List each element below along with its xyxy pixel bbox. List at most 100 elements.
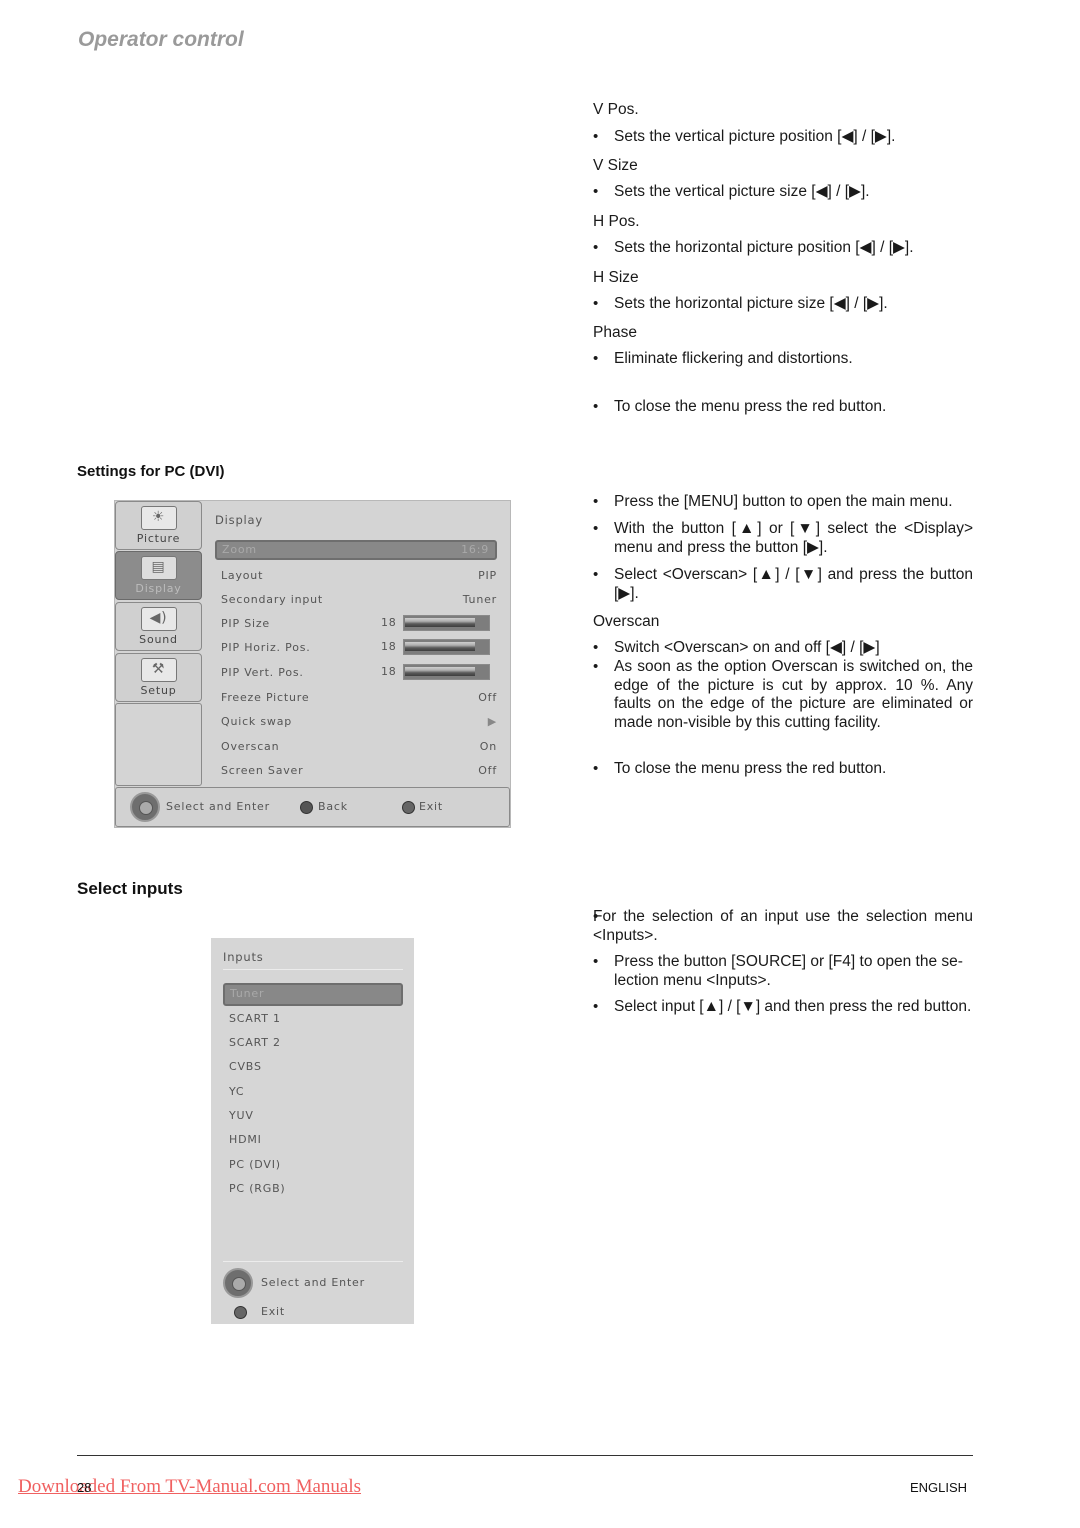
slider-value: 18 xyxy=(381,665,397,678)
pip-horiz-pos-slider[interactable] xyxy=(403,639,490,655)
row-label: Secondary input xyxy=(221,593,324,606)
overscan-bullet: Switch <Overscan> on and off [◀] / [▶] xyxy=(593,639,973,658)
inputs-instruction-2: Select input [▲] / [▼] and then press th… xyxy=(593,998,973,1017)
pip-size-slider[interactable] xyxy=(403,615,490,631)
menu-row-screen-saver[interactable]: Screen Saver Off xyxy=(221,762,497,780)
tools-icon: ⚒ xyxy=(140,658,177,682)
sun-icon: ☀ xyxy=(140,506,177,530)
row-label: Quick swap xyxy=(221,715,293,728)
sidebar-empty-area xyxy=(115,703,202,786)
red-button-icon xyxy=(402,801,415,814)
speaker-icon: ◀) xyxy=(140,607,177,631)
tab-sound[interactable]: ◀) Sound xyxy=(115,602,202,651)
desc-h-pos: Sets the horizontal picture position [◀]… xyxy=(593,239,973,258)
slider-value: 18 xyxy=(381,640,397,653)
menu-row-layout[interactable]: Layout PIP xyxy=(221,567,497,585)
inputs-intro-text: For the selection of an input use the se… xyxy=(593,908,973,944)
select-enter-hint: Select and Enter xyxy=(166,800,270,813)
footer-divider xyxy=(77,1455,973,1456)
input-item-tuner[interactable]: Tuner xyxy=(223,983,403,1006)
term-phase: Phase xyxy=(593,324,637,341)
term-h-pos: H Pos. xyxy=(593,213,640,230)
tab-label: Picture xyxy=(136,532,181,545)
input-item-pc-dvi[interactable]: PC (DVI) xyxy=(229,1158,281,1171)
row-label: Layout xyxy=(221,569,264,582)
tab-setup[interactable]: ⚒ Setup xyxy=(115,653,202,702)
desc-h-size: Sets the horizontal picture size [◀] / [… xyxy=(593,295,973,314)
instruction-1: Press the [MENU] button to open the main… xyxy=(593,493,973,512)
download-link[interactable]: Downloaded From TV-Manual.com Manuals xyxy=(18,1476,361,1498)
menu-row-zoom[interactable]: Zoom 16:9 xyxy=(215,540,497,560)
instruction-2: With the button [▲] or [▼] select the <D… xyxy=(593,520,973,557)
slider-value: 18 xyxy=(381,616,397,629)
tab-label: Sound xyxy=(139,633,178,646)
row-label: Screen Saver xyxy=(221,764,304,777)
row-label: PIP Horiz. Pos. xyxy=(221,641,311,654)
menu-row-overscan[interactable]: Overscan On xyxy=(221,738,497,756)
input-item-yc[interactable]: YC xyxy=(229,1085,244,1098)
page-title: Operator control xyxy=(78,28,244,51)
row-value: Off xyxy=(478,764,497,777)
desc-v-size: Sets the vertical picture size [◀] / [▶]… xyxy=(593,183,973,202)
input-item-scart-1[interactable]: SCART 1 xyxy=(229,1012,281,1025)
close-note-dvi: To close the menu press the red button. xyxy=(593,760,973,779)
desc-v-pos: Sets the vertical picture position [◀] /… xyxy=(593,128,973,147)
overscan-body: As soon as the option Overscan is switch… xyxy=(593,658,973,732)
term-v-size: V Size xyxy=(593,157,638,174)
overscan-body-text: As soon as the option Overscan is switch… xyxy=(614,658,973,731)
arrow-right-icon: ▶ xyxy=(487,715,497,728)
term-h-size: H Size xyxy=(593,269,639,286)
tab-label: Display xyxy=(135,582,182,595)
pip-vert-pos-slider[interactable] xyxy=(403,664,490,680)
row-label: Overscan xyxy=(221,740,280,753)
exit-hint: Exit xyxy=(261,1305,286,1318)
inputs-menu-screenshot: Inputs Tuner SCART 1 SCART 2 CVBS YC YUV… xyxy=(211,938,414,1324)
row-label: Freeze Picture xyxy=(221,691,310,704)
page-number: 28 xyxy=(77,1480,92,1495)
input-item-hdmi[interactable]: HDMI xyxy=(229,1133,262,1146)
divider xyxy=(223,969,403,970)
tab-display[interactable]: ▤ Display xyxy=(115,551,202,600)
input-item-cvbs[interactable]: CVBS xyxy=(229,1060,262,1073)
menu-row-pip-vert-pos[interactable]: PIP Vert. Pos. 18 xyxy=(221,664,497,682)
row-value: Tuner xyxy=(462,593,497,606)
row-value: PIP xyxy=(478,569,497,582)
menu-row-pip-horiz-pos[interactable]: PIP Horiz. Pos. 18 xyxy=(221,639,497,657)
exit-hint: Exit xyxy=(419,800,444,813)
divider xyxy=(223,1261,403,1262)
menu-row-pip-size[interactable]: PIP Size 18 xyxy=(221,615,497,633)
row-label: PIP Vert. Pos. xyxy=(221,666,304,679)
row-value: Off xyxy=(478,691,497,704)
tab-label: Setup xyxy=(140,684,177,697)
term-v-pos: V Pos. xyxy=(593,101,639,118)
row-label: Zoom xyxy=(222,543,257,556)
back-button-icon xyxy=(300,801,313,814)
instruction-3: Select <Overscan> [▲] / [▼] and press th… xyxy=(593,566,973,603)
row-value: 16:9 xyxy=(461,543,489,556)
menu-row-quick-swap[interactable]: Quick swap ▶ xyxy=(221,713,497,731)
monitor-icon: ▤ xyxy=(140,556,177,580)
slider-fill xyxy=(405,667,475,676)
dpad-icon xyxy=(223,1268,253,1298)
red-button-icon xyxy=(234,1306,247,1319)
slider-fill xyxy=(405,642,475,651)
menu-row-freeze-picture[interactable]: Freeze Picture Off xyxy=(221,689,497,707)
inputs-intro: For the selection of an input use the se… xyxy=(593,908,973,945)
select-enter-hint: Select and Enter xyxy=(261,1276,365,1289)
menu-footer: Select and Enter Back Exit xyxy=(115,787,510,827)
slider-fill xyxy=(405,618,475,627)
inputs-instruction-1: Press the button [SOURCE] or [F4] to ope… xyxy=(593,953,973,990)
inputs-menu-title: Inputs xyxy=(223,950,264,964)
row-label: PIP Size xyxy=(221,617,270,630)
dpad-icon xyxy=(130,792,160,822)
menu-row-secondary-input[interactable]: Secondary input Tuner xyxy=(221,591,497,609)
input-item-yuv[interactable]: YUV xyxy=(229,1109,254,1122)
close-note: To close the menu press the red button. xyxy=(593,398,973,417)
row-value: On xyxy=(479,740,497,753)
menu-title: Display xyxy=(215,513,263,527)
tab-picture[interactable]: ☀ Picture xyxy=(115,501,202,550)
input-item-scart-2[interactable]: SCART 2 xyxy=(229,1036,281,1049)
language-label: ENGLISH xyxy=(910,1480,968,1495)
back-hint: Back xyxy=(318,800,348,813)
input-item-pc-rgb[interactable]: PC (RGB) xyxy=(229,1182,286,1195)
